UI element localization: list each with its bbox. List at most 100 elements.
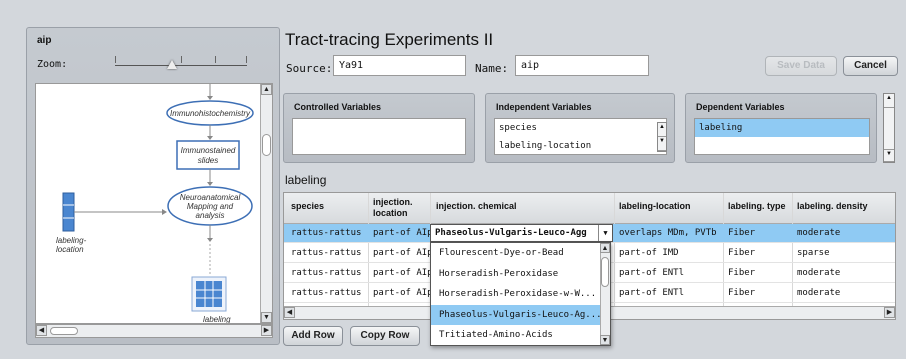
save-data-button[interactable]: Save Data	[765, 56, 837, 76]
dropdown-option[interactable]: Horseradish-Peroxidase-w-W...	[431, 284, 610, 305]
cell-labeling-location[interactable]: part-of ENTl	[619, 268, 684, 278]
table-section-label: labeling	[285, 173, 327, 187]
zoom-track	[115, 65, 247, 66]
scroll-down-icon[interactable]: ▼	[884, 150, 894, 162]
controlled-variables-title: Controlled Variables	[294, 102, 382, 112]
node-label: Neuroanatomical	[180, 193, 241, 202]
dependent-variables-list[interactable]: labeling	[694, 118, 870, 155]
cell-injection-location[interactable]: part-of AIp	[373, 268, 433, 278]
controlled-variables-list[interactable]	[292, 118, 466, 155]
scroll-down-icon[interactable]: ▼	[658, 137, 666, 151]
dropdown-option[interactable]: Tritiated-Amino-Acids	[431, 325, 610, 345]
node-label: slides	[198, 156, 218, 165]
cell-labeling-density[interactable]: sparse	[797, 248, 830, 258]
source-input[interactable]: Ya91	[333, 55, 466, 76]
cell-injection-location[interactable]: part-of AIp	[373, 288, 433, 298]
dropdown-option-selected[interactable]: Phaseolus-Vulgaris-Leuco-Ag...	[431, 304, 610, 325]
column-header[interactable]: injection. chemical	[436, 201, 517, 212]
scroll-down-icon[interactable]: ▼	[261, 312, 272, 323]
column-header[interactable]: species	[291, 201, 324, 212]
node-label: Immunostained	[181, 146, 236, 155]
cell-labeling-type[interactable]: Fiber	[728, 268, 755, 278]
arrowhead	[162, 209, 167, 215]
scroll-right-icon[interactable]: ▶	[261, 325, 272, 336]
variable-label: labeling-	[56, 236, 87, 245]
zoom-slider[interactable]	[115, 52, 247, 72]
cell-labeling-location[interactable]: part-of IMD	[619, 248, 679, 258]
column-header[interactable]: labeling. type	[728, 201, 786, 212]
cell-labeling-location[interactable]: part-of ENTl	[619, 288, 684, 298]
scroll-thumb[interactable]	[601, 257, 609, 287]
scroll-thumb[interactable]	[50, 327, 78, 335]
zoom-tick	[246, 56, 247, 63]
list-item[interactable]: species	[495, 119, 666, 137]
zoom-tick	[215, 56, 216, 63]
variable-label: location	[56, 245, 84, 254]
cancel-button[interactable]: Cancel	[843, 56, 898, 76]
diagram-vertical-scrollbar[interactable]: ▲ ▼	[260, 84, 272, 323]
cell-labeling-location[interactable]: overlaps MDm, PVTb	[619, 228, 717, 238]
dropdown-scrollbar[interactable]: ▲ ▼	[600, 243, 610, 345]
node-label: analysis	[196, 211, 225, 220]
list-item[interactable]: labeling	[695, 119, 869, 137]
column-header[interactable]: labeling. density	[797, 201, 868, 212]
independent-variables-list[interactable]: species labeling-location	[494, 118, 667, 155]
node-label: labeling	[203, 315, 231, 324]
scroll-left-icon[interactable]: ◀	[284, 307, 295, 318]
page-title: Tract-tracing Experiments II	[285, 30, 494, 49]
variable-labeling-location[interactable]	[62, 192, 75, 232]
combobox-value: Phaseolus-Vulgaris-Leuco-Agg	[435, 228, 587, 238]
scroll-up-icon[interactable]: ▲	[261, 84, 272, 95]
scroll-thumb[interactable]	[884, 108, 894, 150]
cell-labeling-type[interactable]: Fiber	[728, 248, 755, 258]
diagram-panel: aip Zoom: Immunohistochemistry Immunosta…	[26, 27, 280, 345]
column-header[interactable]: labeling-location	[619, 201, 691, 212]
scroll-down-icon[interactable]: ▼	[600, 335, 610, 345]
list-item[interactable]: labeling-location	[495, 137, 666, 155]
scroll-right-icon[interactable]: ▶	[884, 307, 895, 318]
injection-chemical-dropdown[interactable]: Flourescent-Dye-or-Bead Horseradish-Pero…	[430, 242, 611, 346]
dropdown-option[interactable]: Horseradish-Peroxidase	[431, 264, 610, 285]
cell-labeling-type[interactable]: Fiber	[728, 228, 755, 238]
arrowhead	[207, 96, 213, 100]
column-header[interactable]: injection. location	[373, 197, 433, 219]
cell-labeling-type[interactable]: Fiber	[728, 288, 755, 298]
cell-labeling-density[interactable]: moderate	[797, 288, 840, 298]
diagram-horizontal-scrollbar[interactable]: ◀ ▶	[35, 324, 273, 338]
injection-chemical-combobox[interactable]: Phaseolus-Vulgaris-Leuco-Agg ▼	[430, 224, 613, 242]
cell-injection-location[interactable]: part-of AIp	[373, 228, 433, 238]
diagram-canvas[interactable]: Immunohistochemistry Immunostained slide…	[35, 83, 273, 324]
arrowhead	[207, 182, 213, 186]
cell-species[interactable]: rattus-rattus	[291, 248, 361, 258]
dropdown-option[interactable]: Flourescent-Dye-or-Bead	[431, 243, 610, 264]
scroll-thumb[interactable]	[262, 134, 271, 156]
cell-labeling-density[interactable]: moderate	[797, 228, 840, 238]
diagram-title: aip	[37, 35, 52, 46]
scroll-up-icon[interactable]: ▲	[884, 94, 894, 108]
zoom-tick	[115, 56, 116, 63]
cell-species[interactable]: rattus-rattus	[291, 288, 361, 298]
variables-scrollbar[interactable]: ▲ ▼	[883, 93, 895, 163]
independent-variables-title: Independent Variables	[496, 102, 592, 112]
scroll-up-icon[interactable]: ▲	[658, 123, 666, 137]
cell-labeling-density[interactable]: moderate	[797, 268, 840, 278]
scroll-up-icon[interactable]: ▲	[600, 243, 610, 253]
zoom-label: Zoom:	[37, 59, 68, 70]
cell-species[interactable]: rattus-rattus	[291, 228, 361, 238]
name-label: Name:	[475, 62, 509, 75]
chevron-down-icon[interactable]: ▼	[598, 225, 612, 241]
name-input[interactable]: aip	[515, 55, 649, 76]
copy-row-button[interactable]: Copy Row	[350, 326, 420, 346]
zoom-thumb[interactable]	[167, 60, 177, 69]
dependent-variables-title: Dependent Variables	[696, 102, 785, 112]
independent-list-scrollbar[interactable]: ▲ ▼	[657, 122, 667, 152]
source-label: Source:	[286, 62, 333, 75]
labeling-grid-icon	[196, 281, 222, 307]
controlled-variables-panel: Controlled Variables	[283, 93, 475, 163]
dependent-variables-panel: Dependent Variables labeling	[685, 93, 877, 163]
cell-species[interactable]: rattus-rattus	[291, 268, 361, 278]
independent-variables-panel: Independent Variables species labeling-l…	[485, 93, 675, 163]
add-row-button[interactable]: Add Row	[283, 326, 343, 346]
scroll-left-icon[interactable]: ◀	[36, 325, 47, 336]
cell-injection-location[interactable]: part-of AIp	[373, 248, 433, 258]
